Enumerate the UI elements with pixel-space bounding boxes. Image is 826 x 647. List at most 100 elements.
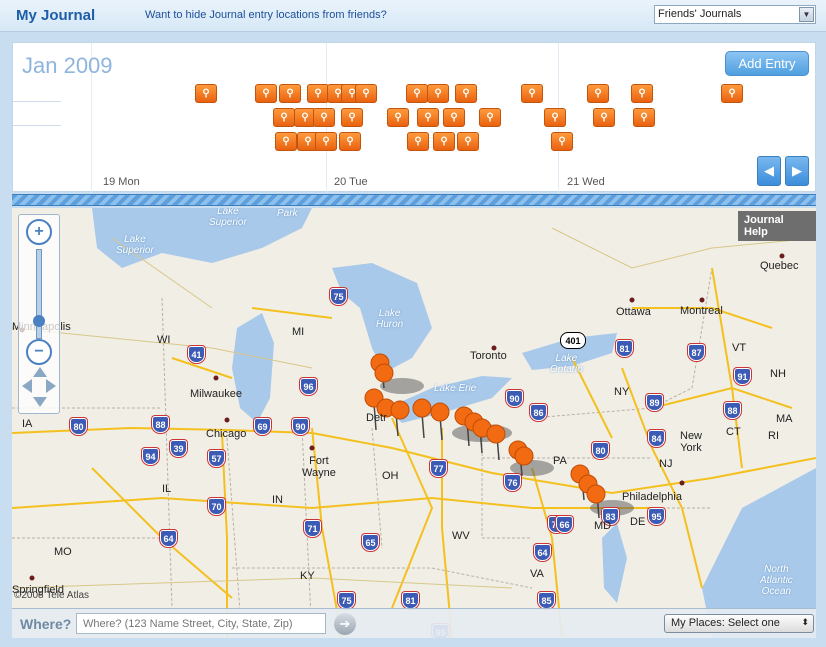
timeline-entry-pin[interactable]: ⚲ [721,84,743,103]
map-label-state: MD [594,520,612,532]
highway-shield: 401 [560,332,586,349]
timeline-entry-pin[interactable]: ⚲ [457,132,479,151]
timeline-entry-pin[interactable]: ⚲ [551,132,573,151]
timeline-row-rule [13,101,61,102]
interstate-shield: 94 [142,448,159,465]
timeline-entry-pin[interactable]: ⚲ [544,108,566,127]
map-label-city: Milwaukee [190,388,242,400]
map-label-state: IN [272,494,283,506]
map-label-state: NY [614,386,630,398]
timeline-entry-pin[interactable]: ⚲ [355,84,377,103]
timeline-entry-pin[interactable]: ⚲ [315,132,337,151]
interstate-shield: 75 [330,288,347,305]
map-label-state: WI [157,334,171,346]
interstate-shield: 90 [506,390,523,407]
interstate-shield: 81 [402,592,419,609]
panel-resize-handle[interactable] [12,194,816,206]
timeline-entry-pin[interactable]: ⚲ [479,108,501,127]
timeline-entry-pin[interactable]: ⚲ [587,84,609,103]
interstate-shield: 70 [208,498,225,515]
where-label: Where? [20,616,72,632]
hide-locations-link[interactable]: Want to hide Journal entry locations fro… [145,9,387,21]
my-places-value: My Places: Select one [671,617,780,629]
interstate-shield: 69 [254,418,271,435]
timeline-entry-pin[interactable]: ⚲ [313,108,335,127]
map-label-city: Toronto [470,350,507,362]
zoom-out-button[interactable]: − [26,339,52,365]
pan-left-icon[interactable] [22,379,32,393]
timeline-entry-pin[interactable]: ⚲ [521,84,543,103]
map-label-state: VT [732,342,747,354]
timeline-entry-pin[interactable]: ⚲ [633,108,655,127]
interstate-shield: 88 [724,402,741,419]
add-entry-button[interactable]: Add Entry [725,51,809,76]
journal-help-button[interactable]: Journal Help [738,211,816,241]
map-label-state: IL [162,483,172,495]
timeline-entry-pin[interactable]: ⚲ [631,84,653,103]
map-label-state: PA [553,455,567,467]
interstate-shield: 77 [430,460,447,477]
map-label-water: Lake Huron [376,308,404,330]
timeline-day-label: 20 Tue [334,176,368,188]
map-label-city: Detr [366,412,387,424]
timeline-entry-pin[interactable]: ⚲ [433,132,455,151]
map-label-state: MI [292,326,305,338]
timeline-entry-pin[interactable]: ⚲ [273,108,295,127]
map-label-city: Fort Wayne [302,455,336,479]
timeline-entry-pin[interactable]: ⚲ [195,84,217,103]
zoom-in-button[interactable]: + [26,219,52,245]
interstate-shield: 91 [734,368,751,385]
pan-down-icon[interactable] [33,397,47,407]
map-label-water: Lake Ontario [550,353,583,375]
timeline-next-button[interactable]: ▶ [785,156,809,186]
interstate-shield: 84 [648,430,665,447]
my-places-select[interactable]: My Places: Select one ⬍ [664,614,814,633]
map-copyright: ©2008 Tele Atlas [14,590,90,601]
map-label-city: Quebec [760,260,799,272]
interstate-shield: 90 [292,418,309,435]
timeline-entry-pin[interactable]: ⚲ [255,84,277,103]
timeline-entry-pin[interactable]: ⚲ [279,84,301,103]
timeline-entry-pin[interactable]: ⚲ [427,84,449,103]
timeline-panel[interactable]: Jan 2009 Add Entry ⚲ ⚲ ⚲ ⚲ ⚲ ⚲ ⚲ ⚲ ⚲ ⚲ ⚲… [12,42,816,193]
pan-up-icon[interactable] [33,367,47,377]
location-search-input[interactable] [76,613,326,634]
interstate-shield: 87 [688,344,705,361]
interstate-shield: 75 [338,592,355,609]
map-canvas [12,208,816,638]
interstate-shield: 86 [530,404,547,421]
timeline-entry-pin[interactable]: ⚲ [406,84,428,103]
map-label-water: Lake Superior [209,208,247,228]
map-label-city: Chicago [206,428,247,440]
journal-filter-select[interactable]: Friends' Journals ▼ [654,5,816,24]
interstate-shield: 89 [646,394,663,411]
timeline-entry-pin[interactable]: ⚲ [443,108,465,127]
map-view[interactable]: 75 41 96 80 88 90 94 39 57 69 70 71 64 65 75 77 76 90 86 81… [12,208,816,638]
map-label-water: North Atlantic Ocean [760,564,793,597]
map-label-city: New York [680,430,703,454]
pan-right-icon[interactable] [46,379,56,393]
timeline-prev-button[interactable]: ◀ [757,156,781,186]
timeline-entry-pin[interactable]: ⚲ [593,108,615,127]
timeline-entry-pin[interactable]: ⚲ [341,108,363,127]
timeline-entry-pin[interactable]: ⚲ [275,132,297,151]
timeline-entry-pin[interactable]: ⚲ [455,84,477,103]
timeline-entry-pin[interactable]: ⚲ [387,108,409,127]
interstate-shield: 88 [152,416,169,433]
interstate-shield: 76 [504,474,521,491]
timeline-entry-pin[interactable]: ⚲ [307,84,329,103]
timeline-day-label: 19 Mon [103,176,140,188]
zoom-slider-handle[interactable] [33,315,45,327]
interstate-shield: 57 [208,450,225,467]
timeline-entry-pin[interactable]: ⚲ [339,132,361,151]
search-go-button[interactable]: ➔ [334,613,356,635]
interstate-shield: 85 [538,592,555,609]
map-label-state: NH [770,368,786,380]
map-label-state: MA [776,413,793,425]
timeline-entry-pin[interactable]: ⚲ [417,108,439,127]
timeline-entry-pin[interactable]: ⚲ [407,132,429,151]
map-label-state: NJ [659,458,673,470]
map-label-state: RI [768,430,779,442]
map-label-water: Lake Erie [434,383,477,394]
interstate-shield: 39 [170,440,187,457]
